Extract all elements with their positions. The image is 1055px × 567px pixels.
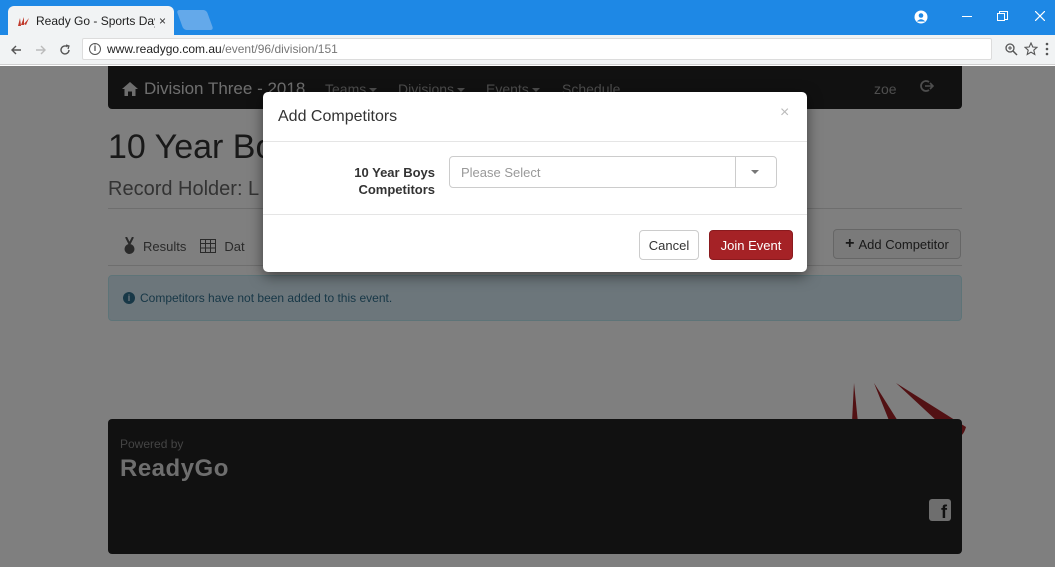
address-bar[interactable]: i www.readygo.com.au/event/96/division/1… xyxy=(82,38,992,60)
close-window-icon[interactable] xyxy=(1035,11,1045,21)
bookmark-star-icon[interactable] xyxy=(1024,42,1038,56)
forward-icon[interactable] xyxy=(35,44,47,56)
browser-tab[interactable]: Ready Go - Sports Day M × xyxy=(8,6,174,35)
competitors-field-label: 10 Year Boys Competitors xyxy=(323,164,435,198)
modal-header: Add Competitors × xyxy=(263,92,807,142)
restore-icon[interactable] xyxy=(997,11,1008,22)
page: Division Three - 2018 Teams Divisions Ev… xyxy=(0,66,1055,567)
join-event-button[interactable]: Join Event xyxy=(709,230,793,260)
zoom-icon[interactable] xyxy=(1005,43,1018,56)
menu-kebab-icon[interactable] xyxy=(1045,42,1049,56)
url-path: /event/96/division/151 xyxy=(221,42,338,56)
chevron-down-icon[interactable] xyxy=(751,170,759,174)
modal-footer-divider xyxy=(263,214,807,215)
close-icon[interactable]: × xyxy=(780,104,789,122)
tab-close-icon[interactable]: × xyxy=(159,14,166,28)
select-placeholder: Please Select xyxy=(461,164,541,180)
competitors-select[interactable]: Please Select xyxy=(449,156,777,188)
cancel-button[interactable]: Cancel xyxy=(639,230,699,260)
profile-icon[interactable] xyxy=(914,10,928,24)
back-icon[interactable] xyxy=(10,44,22,56)
url-host: www.readygo.com.au xyxy=(107,42,222,56)
minimize-icon[interactable] xyxy=(962,16,972,18)
select-divider xyxy=(735,157,736,187)
tab-title: Ready Go - Sports Day M xyxy=(36,13,155,28)
readygo-favicon-icon xyxy=(18,16,29,26)
browser-titlebar: Ready Go - Sports Day M × xyxy=(0,0,1055,35)
field-label-line2: Competitors xyxy=(358,182,435,197)
add-competitors-modal: Add Competitors × 10 Year Boys Competito… xyxy=(263,92,807,272)
field-label-line1: 10 Year Boys xyxy=(354,165,435,180)
modal-title: Add Competitors xyxy=(278,108,398,125)
reload-icon[interactable] xyxy=(59,44,71,56)
new-tab-button[interactable] xyxy=(176,10,214,30)
site-info-icon[interactable]: i xyxy=(89,43,101,55)
